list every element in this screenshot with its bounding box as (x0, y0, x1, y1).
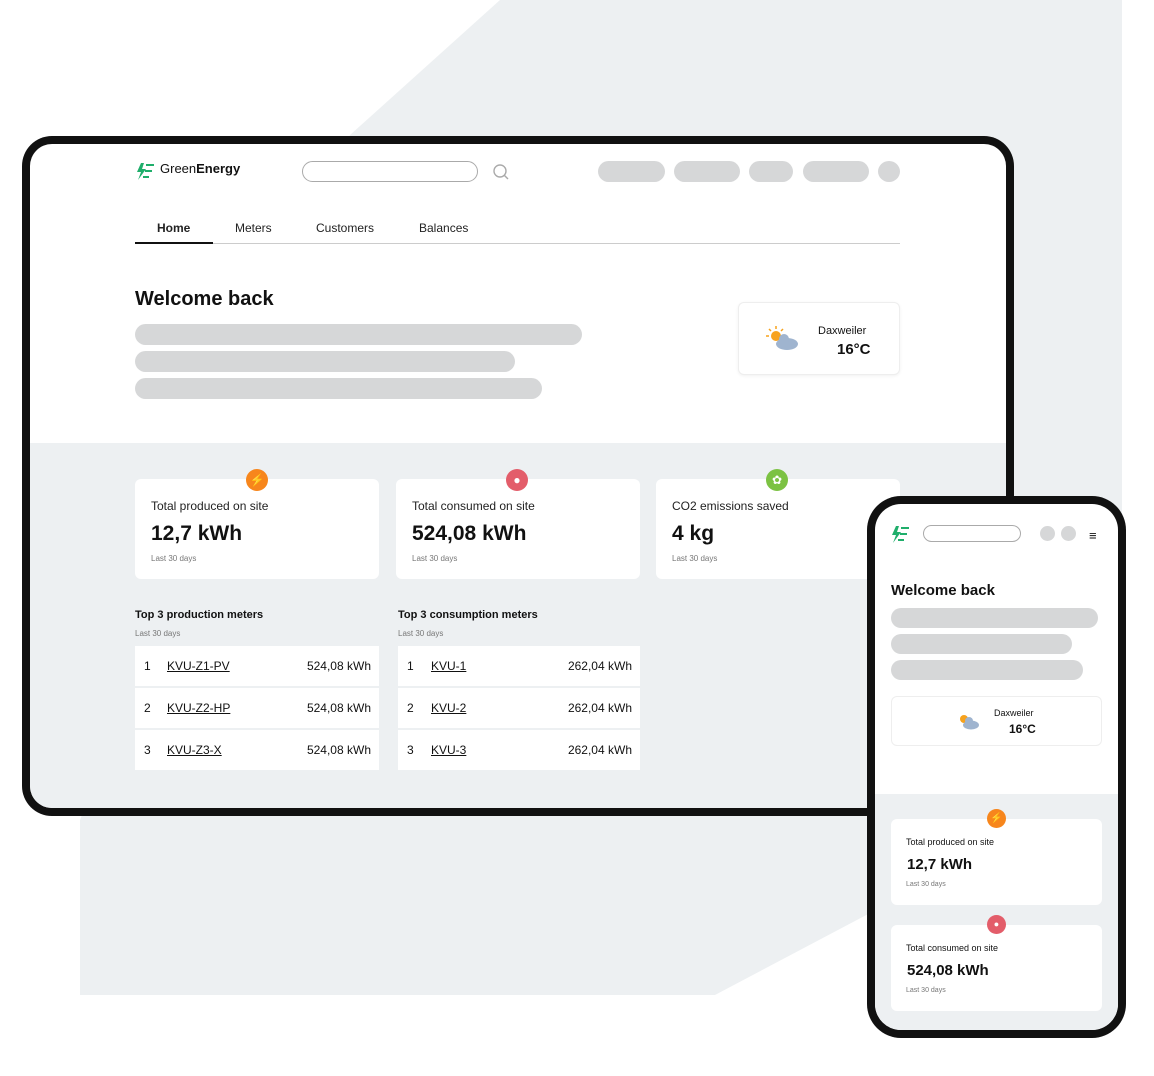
brand-bold: Energy (196, 161, 241, 176)
meter-value: 262,04 kWh (567, 701, 632, 715)
lightning-icon: ⚡ (246, 469, 268, 491)
stat-period: Last 30 days (412, 554, 458, 563)
meter-value: 262,04 kWh (567, 659, 632, 673)
weather-temperature: 16°C (1009, 722, 1036, 736)
meter-value: 262,04 kWh (567, 743, 632, 757)
stat-value: 12,7 kWh (151, 522, 243, 545)
stat-label: Total consumed on site (906, 943, 999, 953)
menu-icon[interactable]: ≡ (1089, 528, 1097, 543)
stat-period: Last 30 days (906, 987, 946, 994)
avatar[interactable] (1061, 526, 1076, 541)
production-period: Last 30 days (135, 629, 181, 638)
header-button[interactable] (598, 161, 665, 182)
laptop-frame: GreenEnergy Home Meters Customers Balanc… (22, 136, 1014, 816)
consumption-period: Last 30 days (398, 629, 444, 638)
search-input[interactable] (302, 161, 478, 182)
page-title: Welcome back (135, 288, 274, 310)
phone-frame: ≡ Welcome back Daxweiler 16°C Total prod… (867, 496, 1126, 1038)
desktop-screen: GreenEnergy Home Meters Customers Balanc… (30, 144, 1006, 808)
tab-home[interactable]: Home (157, 221, 190, 235)
header-button[interactable] (749, 161, 793, 182)
stat-period: Last 30 days (672, 554, 718, 563)
header-button[interactable] (674, 161, 740, 182)
text-placeholder (135, 351, 515, 372)
avatar[interactable] (878, 161, 900, 182)
meter-link[interactable]: KVU-Z2-HP (167, 701, 230, 715)
rank: 1 (407, 659, 414, 673)
plant-icon: ✿ (766, 469, 788, 491)
tab-customers[interactable]: Customers (316, 221, 374, 235)
mobile-screen: ≡ Welcome back Daxweiler 16°C Total prod… (875, 504, 1118, 1030)
search-icon[interactable] (492, 163, 510, 181)
stat-card-produced: Total produced on site 12,7 kWh Last 30 … (135, 479, 379, 579)
table-row: 1 KVU-1 262,04 kWh (398, 646, 640, 686)
stat-card-consumed: Total consumed on site 524,08 kWh Last 3… (396, 479, 640, 579)
stat-value: 524,08 kWh (907, 962, 989, 979)
stat-label: Total consumed on site (412, 499, 535, 513)
rank: 3 (407, 743, 414, 757)
partly-sunny-icon (766, 326, 798, 350)
stat-card-consumed: Total consumed on site 524,08 kWh Last 3… (891, 925, 1102, 1011)
stat-value: 4 kg (672, 522, 715, 545)
weather-widget: Daxweiler 16°C (891, 696, 1102, 746)
stat-period: Last 30 days (151, 554, 197, 563)
text-placeholder (135, 324, 582, 345)
rank: 3 (144, 743, 151, 757)
stat-card-co2: CO2 emissions saved 4 kg Last 30 days (656, 479, 900, 579)
weather-location: Daxweiler (818, 325, 867, 337)
stat-card-produced: Total produced on site 12,7 kWh Last 30 … (891, 819, 1102, 905)
logo-icon (892, 526, 909, 543)
active-tab-indicator (135, 242, 213, 244)
page-title: Welcome back (891, 582, 995, 599)
rank: 2 (407, 701, 414, 715)
rank: 1 (144, 659, 151, 673)
dashboard-section: Total produced on site 12,7 kWh Last 30 … (30, 443, 1006, 808)
production-title: Top 3 production meters (135, 609, 264, 621)
table-row: 2 KVU-2 262,04 kWh (398, 688, 640, 728)
lightning-icon: ⚡ (987, 809, 1006, 828)
header-button[interactable] (1040, 526, 1055, 541)
header-button[interactable] (803, 161, 869, 182)
consumption-title: Top 3 consumption meters (398, 609, 538, 621)
partly-sunny-icon (960, 715, 979, 730)
search-input[interactable] (923, 525, 1021, 542)
brand-name: GreenEnergy (160, 161, 240, 176)
stat-label: Total produced on site (906, 837, 995, 847)
text-placeholder (891, 660, 1083, 680)
text-placeholder (891, 608, 1098, 628)
stat-value: 12,7 kWh (907, 856, 973, 873)
stat-label: Total produced on site (151, 499, 269, 513)
tab-meters[interactable]: Meters (235, 221, 272, 235)
table-row: 1 KVU-Z1-PV 524,08 kWh (135, 646, 379, 686)
meter-link[interactable]: KVU-2 (431, 701, 466, 715)
meter-link[interactable]: KVU-Z3-X (167, 743, 222, 757)
stat-period: Last 30 days (906, 881, 946, 888)
meter-value: 524,08 kWh (306, 701, 371, 715)
nav-divider (135, 243, 900, 244)
text-placeholder (891, 634, 1072, 654)
rank: 2 (144, 701, 151, 715)
meter-link[interactable]: KVU-Z1-PV (167, 659, 230, 673)
dashboard-section: Total produced on site 12,7 kWh Last 30 … (875, 794, 1118, 1030)
table-row: 2 KVU-Z2-HP 524,08 kWh (135, 688, 379, 728)
tab-balances[interactable]: Balances (419, 221, 468, 235)
meter-link[interactable]: KVU-3 (431, 743, 466, 757)
logo-icon (137, 163, 154, 180)
meter-link[interactable]: KVU-1 (431, 659, 466, 673)
text-placeholder (135, 378, 542, 399)
weather-widget: Daxweiler 16°C (738, 302, 900, 375)
weather-location: Daxweiler (994, 708, 1034, 718)
stat-value: 524,08 kWh (412, 522, 527, 545)
table-row: 3 KVU-3 262,04 kWh (398, 730, 640, 770)
table-row: 3 KVU-Z3-X 524,08 kWh (135, 730, 379, 770)
meter-value: 524,08 kWh (306, 659, 371, 673)
lightbulb-icon: ● (506, 469, 528, 491)
weather-temperature: 16°C (837, 341, 871, 358)
lightbulb-icon: ● (987, 915, 1006, 934)
meter-value: 524,08 kWh (306, 743, 371, 757)
stat-label: CO2 emissions saved (672, 499, 789, 513)
brand-light: Green (160, 161, 197, 176)
